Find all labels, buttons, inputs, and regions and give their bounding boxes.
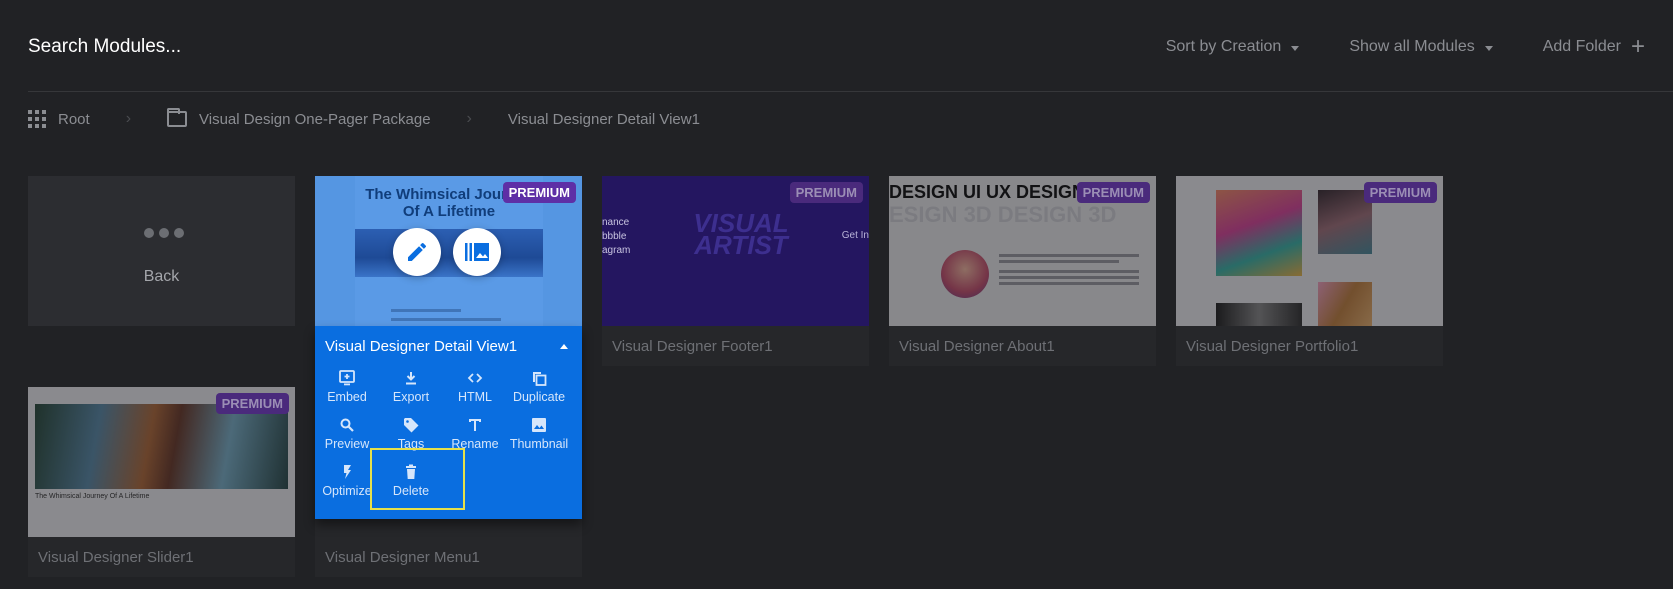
plus-icon: + (1630, 33, 1645, 60)
module-thumbnail: PREMIUM (1176, 176, 1443, 326)
pencil-icon (408, 242, 427, 261)
premium-badge: PREMIUM (1076, 182, 1150, 203)
top-bar: Sort by Creation Show all Modules Add Fo… (28, 0, 1673, 92)
module-title: Visual Designer Menu1 (325, 549, 480, 566)
thumbnail-side-text: Get In (841, 230, 869, 241)
module-title: Visual Designer About1 (899, 338, 1055, 355)
library-button[interactable] (453, 228, 501, 276)
action-label: Delete (392, 484, 430, 498)
action-label: Preview (324, 437, 370, 451)
module-thumbnail: The Whimsical Journey Of A Lifetime PREM… (315, 176, 582, 326)
back-card[interactable]: Back (28, 176, 295, 326)
add-folder-button[interactable]: Add Folder + (1542, 33, 1645, 60)
thumbnail-text-line (391, 318, 501, 321)
module-title: Visual Designer Footer1 (612, 338, 773, 355)
action-label: Export (392, 390, 430, 404)
search-input[interactable] (28, 36, 428, 58)
rename-button[interactable]: Rename (443, 417, 507, 455)
optimize-button[interactable]: Optimize (315, 464, 379, 502)
filter-label: Show all Modules (1349, 38, 1475, 55)
image-library-icon (465, 243, 489, 261)
action-label: Rename (451, 437, 499, 451)
module-title: Visual Designer Slider1 (38, 549, 194, 566)
module-thumbnail: The Whimsical Journey Of A Lifetime PREM… (28, 387, 295, 537)
breadcrumb-current: Visual Designer Detail View1 (508, 111, 700, 128)
sort-label: Sort by Creation (1165, 38, 1282, 55)
tag-icon (404, 418, 419, 433)
module-card-footer[interactable]: nance bbble agram VISUAL ARTIST Get In P… (602, 176, 869, 366)
duplicate-icon (533, 372, 547, 386)
action-label: Thumbnail (509, 437, 569, 451)
thumbnail-heading: VISUAL ARTIST (693, 208, 789, 260)
collapse-caret-icon[interactable] (560, 344, 568, 349)
breadcrumb: Root › Visual Design One-Pager Package ›… (28, 108, 700, 130)
breadcrumb-folder[interactable]: Visual Design One-Pager Package (167, 108, 431, 128)
caret-down-icon (1291, 45, 1300, 51)
thumbnail-text-line (391, 309, 461, 312)
sort-dropdown[interactable]: Sort by Creation (1166, 38, 1300, 56)
thumbnail-text: nance bbble agram (602, 216, 630, 258)
chevron-right-icon: › (125, 110, 132, 127)
thumbnail-banner (355, 229, 543, 277)
folder-icon (167, 108, 188, 127)
thumbnail-button[interactable]: Thumbnail (507, 417, 571, 455)
breadcrumb-label: Visual Designer Detail View1 (507, 110, 700, 128)
trash-icon (406, 464, 416, 479)
preview-button[interactable]: Preview (315, 417, 379, 455)
action-label: Embed (327, 390, 367, 404)
embed-icon (339, 370, 355, 386)
premium-badge: PREMIUM (502, 182, 576, 203)
breadcrumb-root[interactable]: Root (28, 110, 90, 128)
chevron-right-icon: › (466, 110, 472, 127)
bolt-icon (344, 465, 351, 479)
edit-button[interactable] (393, 228, 441, 276)
embed-button[interactable]: Embed (315, 370, 379, 408)
download-icon (406, 372, 416, 385)
module-action-panel: Visual Designer Detail View1 Embed Expor… (315, 326, 582, 519)
add-folder-label: Add Folder (1542, 38, 1621, 55)
html-button[interactable]: HTML (443, 370, 507, 408)
module-card-detail-view[interactable]: The Whimsical Journey Of A Lifetime PREM… (315, 176, 582, 519)
more-horizontal-icon (144, 228, 184, 238)
premium-badge: PREMIUM (789, 182, 863, 203)
code-icon (467, 373, 483, 383)
premium-badge: PREMIUM (215, 393, 289, 414)
action-label: HTML (457, 390, 493, 404)
module-title: Visual Designer Portfolio1 (1186, 338, 1359, 355)
breadcrumb-label: Root (58, 110, 90, 128)
caret-down-icon (1484, 45, 1493, 51)
module-thumbnail: DESIGN UI UX DESIGN ESIGN 3D DESIGN 3D P… (889, 176, 1156, 326)
top-actions: Sort by Creation Show all Modules Add Fo… (1166, 33, 1645, 60)
filter-dropdown[interactable]: Show all Modules (1349, 38, 1493, 56)
premium-badge: PREMIUM (1363, 182, 1437, 203)
thumbnail-line: bbble (602, 231, 627, 242)
action-grid: Embed Export HTML Duplicate Preview Tags (315, 370, 582, 502)
grid-icon (28, 110, 46, 128)
module-card-portfolio[interactable]: PREMIUM Visual Designer Portfolio1 (1176, 176, 1443, 366)
action-label: Tags (397, 437, 425, 451)
tags-button[interactable]: Tags (379, 417, 443, 455)
module-card-slider[interactable]: The Whimsical Journey Of A Lifetime PREM… (28, 387, 295, 577)
text-icon (469, 419, 481, 431)
panel-title: Visual Designer Detail View1 (325, 338, 518, 355)
image-icon (532, 418, 546, 432)
delete-button[interactable]: Delete (379, 464, 443, 502)
module-thumbnail: nance bbble agram VISUAL ARTIST Get In P… (602, 176, 869, 326)
module-card-about[interactable]: DESIGN UI UX DESIGN ESIGN 3D DESIGN 3D P… (889, 176, 1156, 366)
thumbnail-line: nance (602, 217, 630, 228)
thumbnail-line: agram (602, 245, 631, 256)
action-label: Optimize (322, 484, 372, 498)
duplicate-button[interactable]: Duplicate (507, 370, 571, 408)
search-icon (340, 418, 354, 432)
breadcrumb-label: Visual Design One-Pager Package (199, 110, 431, 128)
back-label: Back (143, 268, 180, 285)
action-label: Duplicate (512, 390, 566, 404)
export-button[interactable]: Export (379, 370, 443, 408)
